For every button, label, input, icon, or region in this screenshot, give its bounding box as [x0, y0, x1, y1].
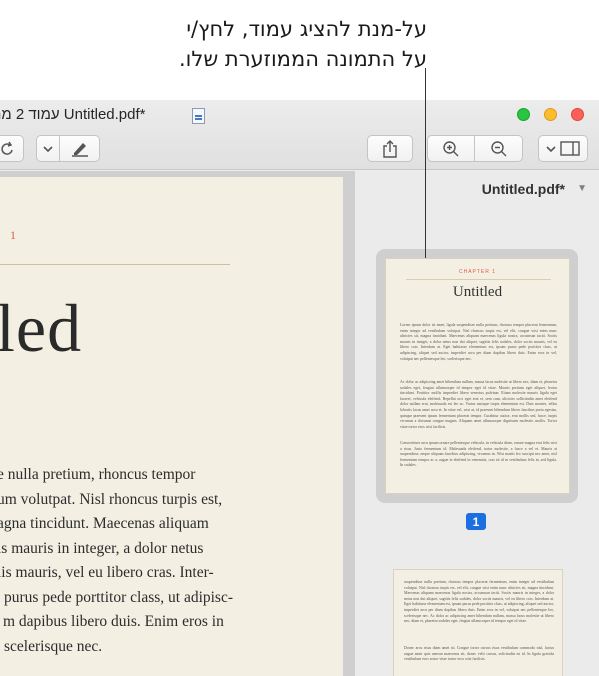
- rotate-button[interactable]: [0, 135, 24, 162]
- pen-icon: [71, 142, 88, 157]
- page-number: 1: [10, 228, 16, 242]
- thumbnail-paragraph: Consectetuer arcu ipsum ornare pellentes…: [400, 441, 557, 468]
- zoom-in-button[interactable]: [427, 135, 475, 162]
- body-line: is mauris in integer, a dolor netus: [0, 539, 204, 557]
- minimize-window-button[interactable]: [544, 108, 557, 121]
- window-title: (עמוד 2 מת Untitled.pdf*: [0, 106, 146, 123]
- document-view[interactable]: 1 led e nulla pretium, rhoncus tempor um…: [0, 171, 355, 676]
- zoom-window-button[interactable]: [517, 108, 530, 121]
- share-button[interactable]: [367, 135, 413, 162]
- share-icon: [383, 139, 397, 158]
- body-line: iis mauris, vel eu libero cras. Inter-: [0, 564, 214, 581]
- pdf-document-icon[interactable]: [192, 108, 205, 124]
- callout-line-2: על התמונה הממוזערת שלו.: [179, 47, 427, 71]
- body-line: m dapibus libero duis. Enim eros in: [3, 613, 224, 630]
- body-line: e nulla pretium, rhoncus tempor: [0, 466, 196, 483]
- zoom-in-icon: [443, 140, 459, 156]
- document-page[interactable]: 1 led e nulla pretium, rhoncus tempor um…: [0, 177, 343, 676]
- thumbnail-rule: [406, 279, 551, 280]
- document-title: led: [0, 290, 83, 366]
- zoom-out-button[interactable]: [475, 135, 523, 162]
- thumbnail-paragraph: suspendisse nulla pretium, rhoncus tempo…: [404, 580, 554, 624]
- callout-pointer-line: [425, 68, 426, 258]
- page-thumbnail-1[interactable]: CHAPTER 1 Untitled Lorem ipsum dolor sit…: [385, 258, 570, 494]
- body-line: purus pede porttitor class, ut adipisc-: [4, 588, 234, 606]
- title-bar: (עמוד 2 מת Untitled.pdf*: [0, 100, 599, 170]
- callout-line-1: על-מנת להציג עמוד, לחץ/י: [186, 17, 427, 41]
- thumbnail-paragraph: Ac dolor ac adipiscing amet bibendum nul…: [400, 380, 557, 429]
- sidebar-icon: [560, 141, 580, 156]
- sidebar-document-name[interactable]: Untitled.pdf*: [482, 181, 565, 197]
- thumbnail-title: Untitled: [452, 284, 503, 300]
- disclosure-triangle-icon[interactable]: ▼: [577, 183, 587, 194]
- sidebar-view-button[interactable]: [538, 135, 588, 162]
- page-thumbnail-2[interactable]: suspendisse nulla pretium, rhoncus tempo…: [393, 569, 563, 676]
- document-body: e nulla pretium, rhoncus tempor um volut…: [0, 463, 234, 659]
- chevron-down-icon: [546, 145, 556, 152]
- page-rule: [0, 264, 230, 265]
- body-line: scelerisque nec.: [4, 637, 103, 655]
- thumbnail-paragraph: Lorem ipsum dolor sit amet, ligula suspe…: [400, 323, 557, 361]
- thumbnail-sidebar[interactable]: Untitled.pdf* ▼ CHAPTER 1 Untitled Lorem…: [355, 171, 599, 676]
- thumbnail-chapter-label: CHAPTER 1: [458, 269, 497, 275]
- page-number-badge: 1: [466, 513, 486, 530]
- markup-menu-button[interactable]: [36, 135, 60, 162]
- preview-window: (עמוד 2 מת Untitled.pdf* 1: [0, 100, 599, 676]
- close-window-button[interactable]: [571, 108, 584, 121]
- body-line: um volutpat. Nisl rhoncus turpis est,: [0, 490, 223, 508]
- markup-toolbar-button[interactable]: [60, 135, 100, 162]
- rotate-icon: [1, 141, 13, 155]
- thumbnail-paragraph: Donec arcu risus diam amet sit. Congue t…: [404, 646, 554, 662]
- chevron-down-icon: [43, 145, 53, 152]
- body-line: agna tincidunt. Maecenas aliquam: [0, 515, 209, 532]
- zoom-out-icon: [490, 140, 506, 156]
- callout-text: על-מנת להציג עמוד, לחץ/י על התמונה הממוז…: [47, 14, 427, 74]
